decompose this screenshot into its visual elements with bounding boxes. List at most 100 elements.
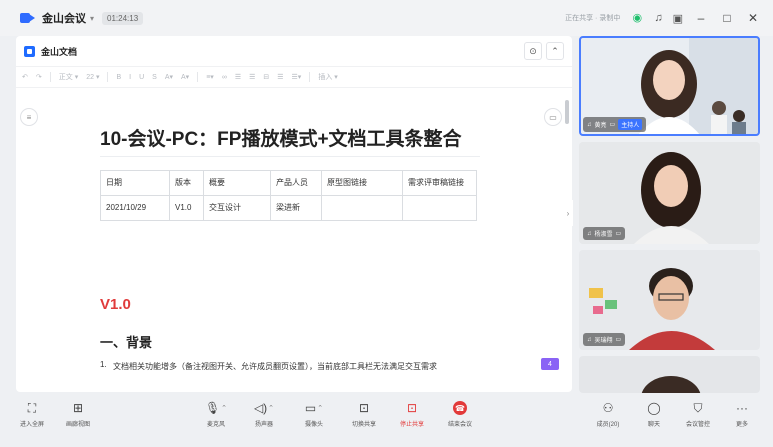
microphone-icon: 🎙 ⌃ (204, 401, 228, 415)
more-icon: ··· (736, 401, 748, 415)
toolbar-button[interactable]: 正文 ▾ (59, 72, 78, 82)
network-signal-icon[interactable]: ◉ (630, 12, 644, 24)
target-icon[interactable]: ⊙ (524, 42, 542, 60)
close-button[interactable]: ✕ (745, 11, 761, 25)
camera-button[interactable]: ▭ ⌃ 摄像头 (292, 399, 336, 428)
toolbar-button[interactable]: I (129, 74, 131, 81)
stop-share-icon: ⊡ (406, 401, 418, 415)
fullscreen-label: 进入全屏 (19, 422, 44, 428)
toolbar-button[interactable]: ↶ (22, 73, 28, 81)
doc-scrollbar[interactable] (565, 100, 569, 124)
table-cell: 2021/10/29 (100, 195, 170, 221)
grid-icon: ⊞ (72, 401, 84, 415)
fullscreen-icon: ⛶ (27, 400, 37, 415)
toolbar-button[interactable]: 22 ▾ (86, 73, 99, 81)
requirements-table: 日期 版本 概要 产品人员 原型图链接 需求评审稿链接 2021/10/29 V… (100, 170, 477, 221)
title-right-group: 正在共享 · 录制中 ◉ ♫ ▣ – □ ✕ (565, 0, 761, 36)
table-header-cell: 产品人员 (270, 170, 322, 196)
table-header-cell: 需求评审稿链接 (402, 170, 477, 196)
table-row: 2021/10/29 V1.0 交互设计 梁进新 (100, 195, 477, 221)
meeting-security-button[interactable]: ⛉ 会议管控 (676, 399, 720, 429)
mic-icon: ♫ (587, 230, 592, 237)
toolbar-button[interactable]: ☰ (277, 73, 283, 81)
maximize-button[interactable]: □ (719, 11, 735, 25)
participant-name: 吴瑞翔 (594, 338, 613, 344)
more-label: 更多 (735, 422, 748, 428)
collapse-video-panel-button[interactable]: › (563, 200, 573, 226)
toolbar-separator (309, 72, 311, 82)
user-avatar-icon[interactable]: ▣ (673, 12, 683, 25)
security-label: 会议管控 (685, 422, 710, 428)
app-logo-icon (20, 12, 36, 24)
toolbar-button[interactable]: S (152, 74, 157, 81)
app-menu-chevron-icon[interactable]: ▾ (90, 14, 94, 23)
meeting-timer: 01:24:13 (102, 11, 144, 25)
share-icon: ▭ (609, 122, 616, 128)
toolbar-button[interactable]: ∞ (222, 74, 227, 81)
participant-label: ♫ 杨淑雪 ▭ (583, 227, 626, 240)
comment-icon[interactable]: ▭ (544, 108, 562, 126)
outline-icon[interactable]: ≡ (20, 108, 38, 126)
video-tile[interactable]: ♫ 杨淑雪 ▭ (579, 142, 760, 244)
table-header-cell: 原型图链接 (321, 170, 403, 196)
camera-icon: ▭ ⌃ (304, 401, 324, 415)
app-name[interactable]: 金山会议 (42, 10, 86, 26)
video-tile[interactable]: ♫ 黄亮 ▭ 主持人 (579, 36, 760, 136)
toolbar-button[interactable]: ⊟ (263, 73, 269, 81)
toolbar-button[interactable]: B (116, 74, 121, 81)
collapse-up-icon[interactable]: ⌃ (546, 42, 564, 60)
doc-app-icon (24, 45, 35, 57)
toolbar-button[interactable]: U (139, 74, 144, 81)
table-header-cell: 概要 (203, 170, 271, 196)
participant-label: ♫ 黄亮 ▭ 主持人 (583, 117, 647, 132)
participant-name: 杨淑雪 (594, 232, 613, 238)
toolbar-button[interactable]: A▾ (181, 73, 189, 81)
page-badge[interactable]: 4 (541, 358, 559, 370)
toolbar-button[interactable]: A▾ (165, 73, 173, 81)
video-tile[interactable] (579, 356, 760, 393)
table-cell (402, 195, 477, 221)
speaker-label: 扬声器 (254, 422, 273, 428)
toolbar-button[interactable]: ☰ (249, 73, 255, 81)
title-divider (100, 156, 480, 157)
stop-share-button[interactable]: ⊡ 停止共享 (390, 399, 434, 428)
chat-button[interactable]: ◯ 聊天 (632, 399, 676, 428)
switch-share-button[interactable]: ⊡ 切换共享 (342, 399, 386, 428)
fullscreen-button[interactable]: ⛶ 进入全屏 (10, 399, 54, 429)
version-heading: V1.0 (100, 296, 131, 313)
toolbar-button[interactable]: ↷ (36, 73, 42, 81)
section-heading: 一、背景 (100, 335, 153, 350)
list-item: 文档相关功能增多（备注视图开关、允许成员翻页设置），当前底部工具栏无法满足交互需… (113, 362, 437, 371)
toolbar-button[interactable]: 插入 ▾ (318, 72, 337, 82)
microphone-label: 麦克风 (206, 422, 225, 428)
chat-label: 聊天 (647, 422, 660, 428)
shield-icon: ⛉ (693, 400, 703, 415)
chat-icon: ◯ (647, 401, 661, 415)
gallery-view-button[interactable]: ⊞ 画廊视图 (56, 399, 100, 428)
table-cell (321, 195, 403, 221)
toolbar-button[interactable]: ≡▾ (206, 73, 214, 81)
end-meeting-button[interactable]: ☎ 结束会议 (438, 399, 482, 428)
switch-share-icon: ⊡ (358, 401, 370, 415)
doc-format-toolbar: ↶ ↷ 正文 ▾ 22 ▾ B I U S A▾ A▾ ≡▾ ∞ ☰ ☰ ⊟ ☰ ☰▾ 插入 ▾ (16, 66, 572, 88)
status-text: 正在共享 · 录制中 (565, 15, 621, 22)
more-button[interactable]: ··· 更多 (720, 399, 764, 428)
minimize-button[interactable]: – (693, 11, 709, 25)
participant-name: 黄亮 (594, 123, 607, 129)
members-label: 成员(20) (596, 422, 620, 428)
members-button[interactable]: ⚇ 成员(20) (586, 399, 630, 428)
toolbar-separator (197, 72, 199, 82)
toolbar-button[interactable]: ☰ (235, 73, 241, 81)
table-header-cell: 版本 (169, 170, 204, 196)
video-tile[interactable]: ♫ 吴瑞翔 ▭ (579, 250, 760, 350)
end-meeting-label: 结束会议 (447, 422, 472, 428)
shared-document-panel: 金山文档 ⊙ ⌃ ↶ ↷ 正文 ▾ 22 ▾ B I U S A▾ A▾ ≡▾ ∞ ☰ ☰ ⊟ ☰ ☰▾ 插入 ▾… (16, 36, 572, 392)
participant-video (579, 356, 760, 393)
microphone-button[interactable]: 🎙 ⌃ 麦克风 (194, 399, 238, 428)
switch-share-label: 切换共享 (351, 422, 376, 428)
gallery-label: 画廊视图 (65, 422, 90, 428)
speaker-button[interactable]: ◁) ⌃ 扬声器 (242, 399, 286, 428)
notification-icon[interactable]: ♫ (654, 12, 662, 24)
toolbar-button[interactable]: ☰▾ (292, 73, 302, 81)
table-header-cell: 日期 (100, 170, 170, 196)
